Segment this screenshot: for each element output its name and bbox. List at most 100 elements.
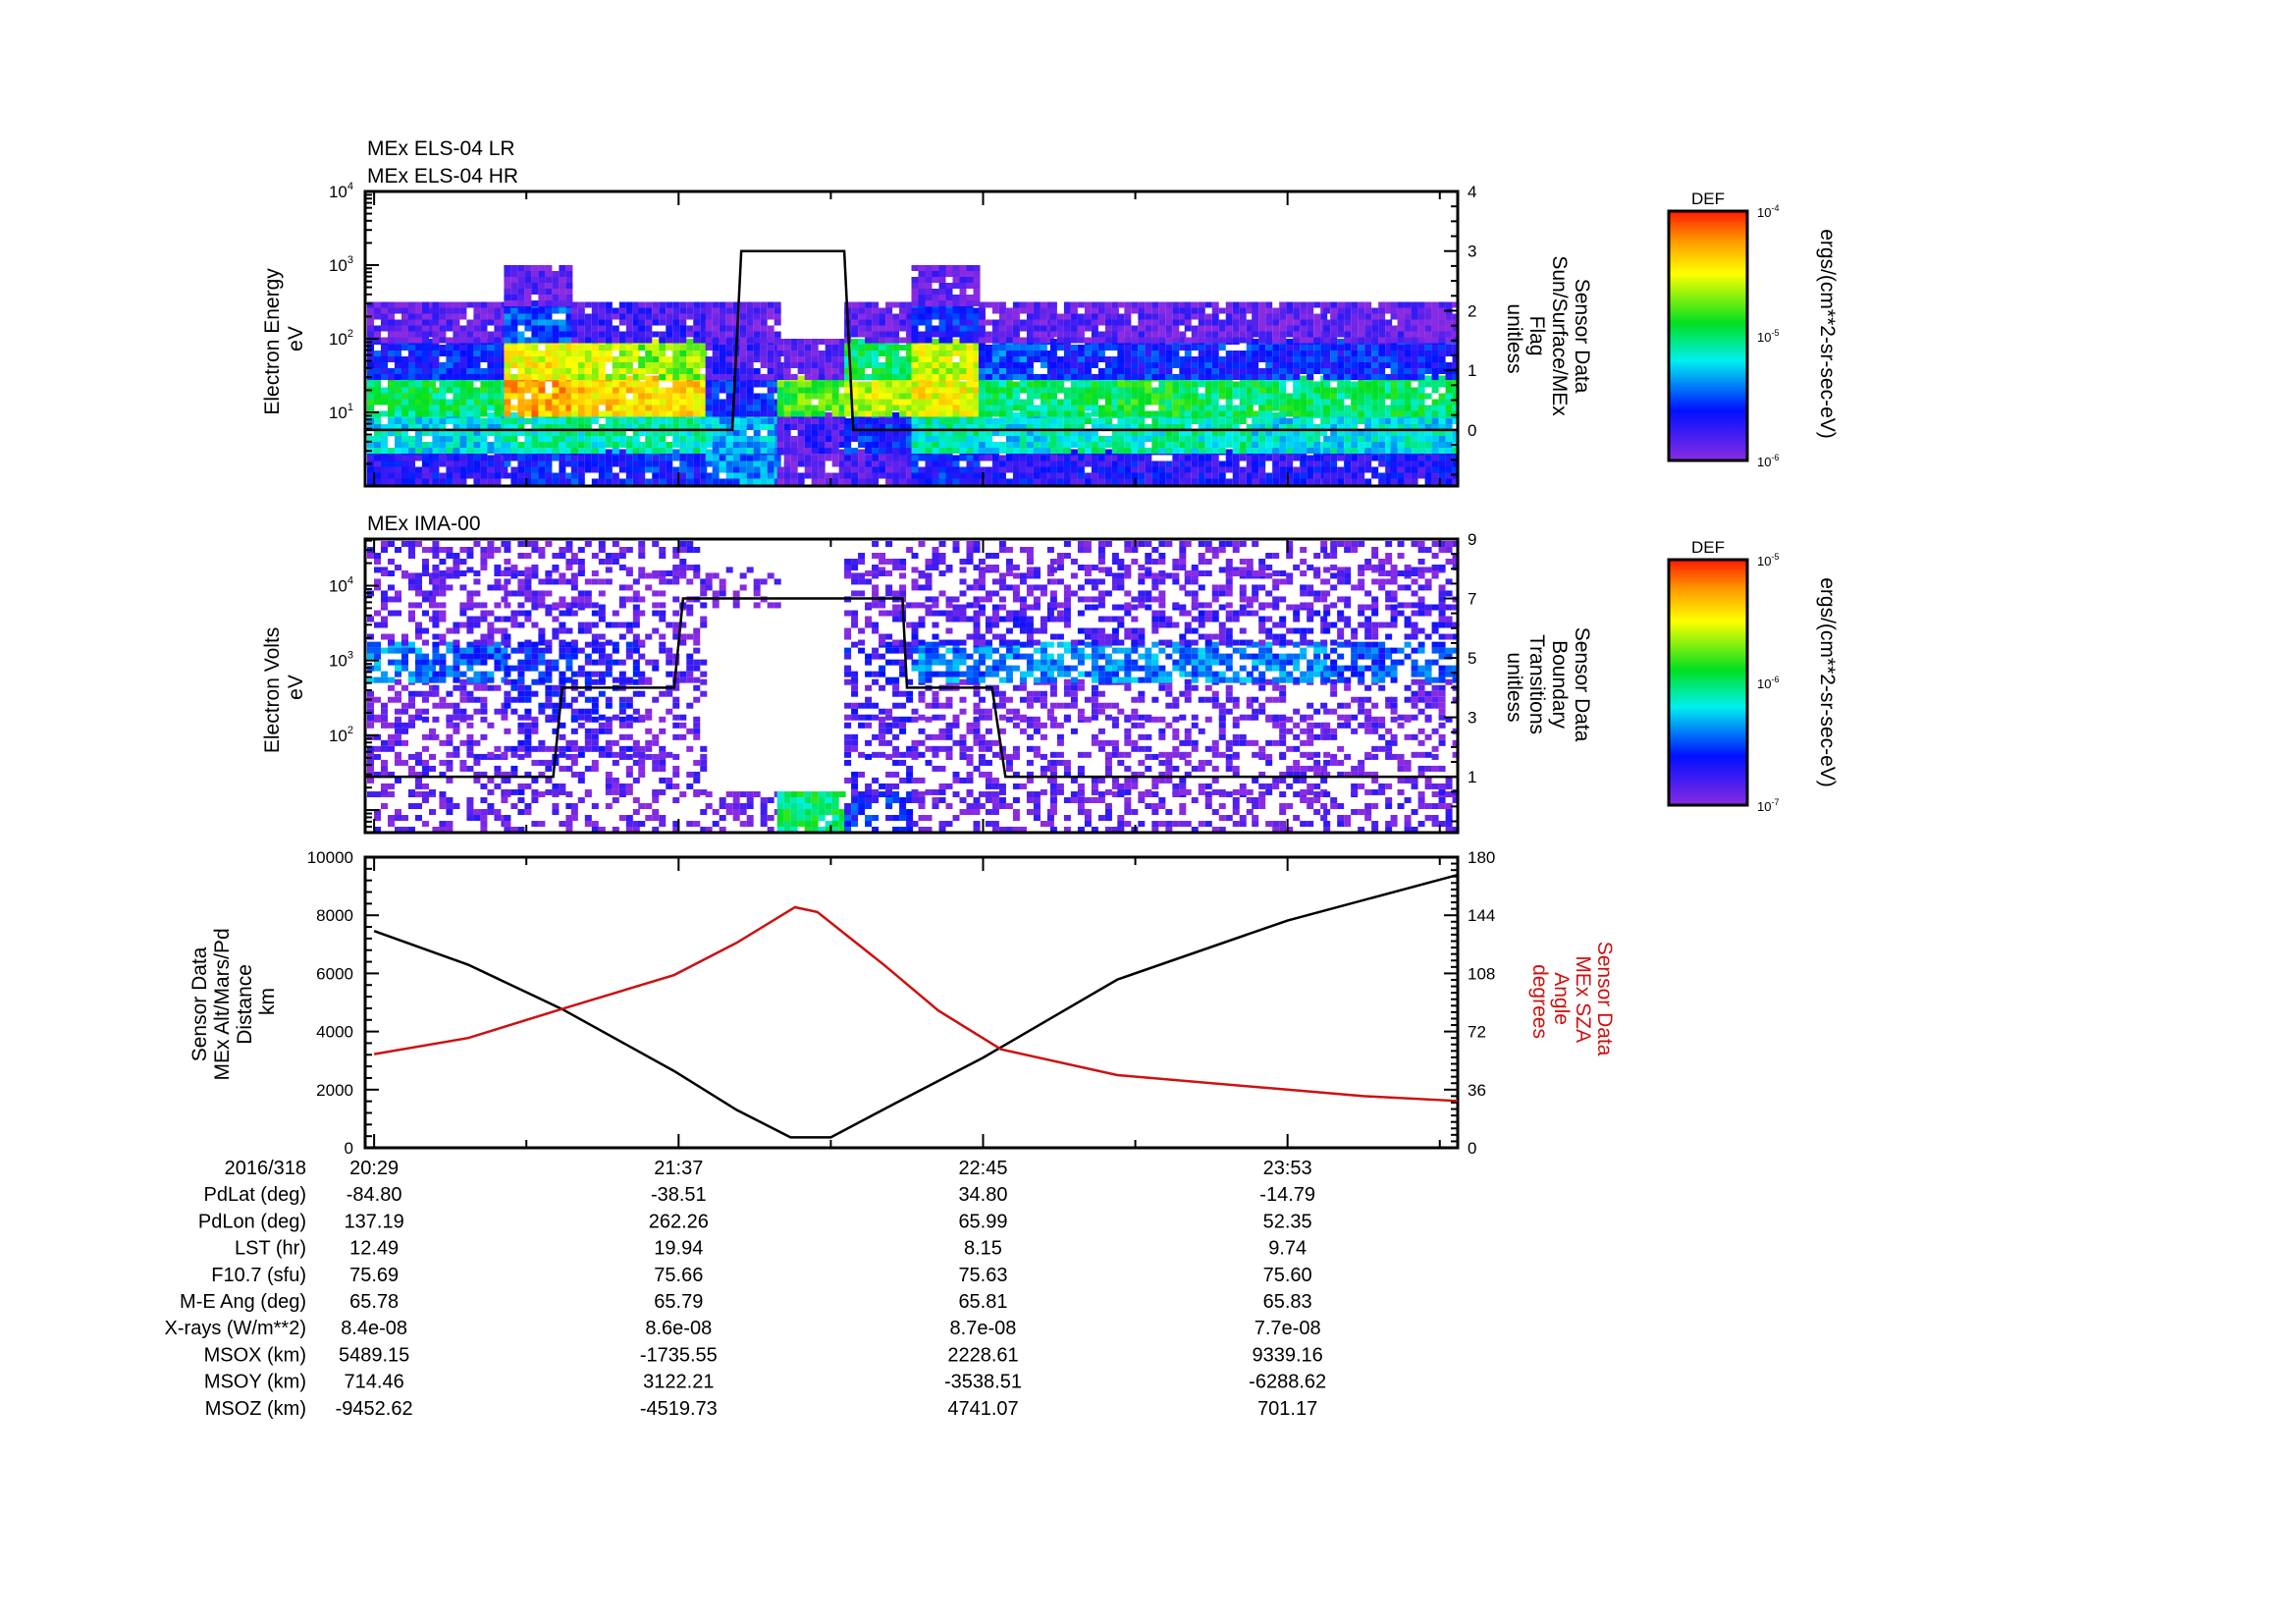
spectrogram-cell [480,319,488,326]
spectrogram-cell [693,399,701,406]
spectrogram-cell [978,455,986,461]
spectrogram-cell [739,410,747,417]
spectrogram-cell [938,466,946,473]
spectrogram-cell [408,325,415,332]
spectrogram-cell [885,387,893,394]
spectrogram-cell [1358,362,1365,368]
spectrogram-cell [925,405,933,411]
spectrogram-cell [1077,410,1085,417]
spectrogram-cell [395,345,401,351]
spectrogram-cell [797,368,805,374]
spectrogram-cell [605,460,613,467]
spectrogram-cell [1005,374,1013,380]
spectrogram-cell [767,436,774,442]
spectrogram-cell [918,393,926,400]
spectrogram-cell [679,448,687,454]
spectrogram-cell [776,478,784,485]
spectrogram-cell [686,331,694,338]
spectrogram-cell [1184,466,1192,473]
spectrogram-cell [1265,442,1273,448]
spectrogram-cell [952,345,960,351]
spectrogram-cell [1191,455,1199,461]
spectrogram-cell [517,448,525,454]
spectrogram-cell [925,325,933,332]
spectrogram-cell [885,399,893,406]
spectrogram-cell [1172,307,1180,314]
spectrogram-cell [932,466,939,473]
spectrogram-cell [959,351,967,356]
spectrogram-cell [1218,374,1226,380]
spectrogram-cell [1225,337,1233,344]
spectrogram-cell [1026,337,1034,344]
spectrogram-cell [517,313,525,320]
spectrogram-cell [577,362,585,368]
spectrogram-cell [776,424,784,430]
spectrogram-cell [1211,337,1219,344]
spectrogram-cell [1070,472,1078,479]
spectrogram-cell [879,345,886,351]
spectrogram-cell [1172,374,1180,380]
spectrogram-cell [1012,331,1020,338]
ylabel-line: unitless [1503,303,1525,373]
spectrogram-cell [1117,405,1125,411]
spectrogram-cell [1198,410,1205,417]
spectrogram-cell [1364,478,1372,485]
spectrogram-cell [911,460,919,467]
spectrogram-cell [831,362,839,368]
spectrogram-cell [959,313,967,320]
spectrogram-cell [672,368,680,374]
spectrogram-cell [605,387,613,394]
spectrogram-cell [591,436,599,442]
spectrogram-cell [538,410,546,417]
spectrogram-cell [439,410,447,417]
spectrogram-cell [570,337,578,344]
spectrogram-cell [1056,455,1064,461]
spectrogram-cell [892,472,900,479]
spectrogram-cell [693,337,701,344]
spectrogram-cell [1378,381,1386,388]
spectrogram-cell [559,325,566,332]
spectrogram-cell [1184,374,1192,380]
spectrogram-cell [1293,362,1301,368]
spectrogram-cell [892,331,900,338]
spectrogram-cell [591,313,599,320]
spectrogram-cell [679,362,687,368]
spectrogram-cell [725,466,733,473]
spectrogram-cell [918,368,926,374]
spectrogram-cell [559,271,566,277]
spectrogram-cell [1091,325,1098,332]
spectrogram-cell [831,381,839,388]
spectrogram-cell [1218,448,1226,454]
spectrogram-cell [1117,410,1125,417]
spectrogram-cell [1198,325,1205,332]
spectrogram-cell [466,405,474,411]
spectrogram-cell [1040,442,1047,448]
spectrogram-cell [552,374,560,380]
spectrogram-cell [415,455,422,461]
spectrogram-cell [679,374,687,380]
spectrogram-cell [1049,319,1057,326]
spectrogram-cell [1117,418,1125,424]
spectrogram-cell [918,362,926,368]
spectrogram-cell [1172,319,1180,326]
spectrogram-cell [945,374,953,380]
panel3-right-ylabel: Sensor Data MEx SZA Angle degrees [1528,942,1616,1062]
spectrogram-cell [945,368,953,374]
spectrogram-cell [504,325,511,332]
spectrogram-cell [767,418,774,424]
spectrogram-cell [918,410,926,417]
spectrogram-cell [1131,455,1139,461]
spectrogram-cell [767,313,774,320]
spectrogram-cell [991,393,999,400]
spectrogram-cell [1165,472,1173,479]
spectrogram-cell [1279,351,1287,356]
spectrogram-cell [844,455,852,461]
spectrogram-cell [1158,387,1166,394]
spectrogram-cell [1049,448,1057,454]
spectrogram-cell [652,307,660,314]
spectrogram-cell [998,442,1006,448]
spectrogram-cell [1012,455,1020,461]
spectrogram-cell [1232,460,1240,467]
spectrogram-cell [367,472,374,479]
spectrogram-cell [1151,374,1159,380]
